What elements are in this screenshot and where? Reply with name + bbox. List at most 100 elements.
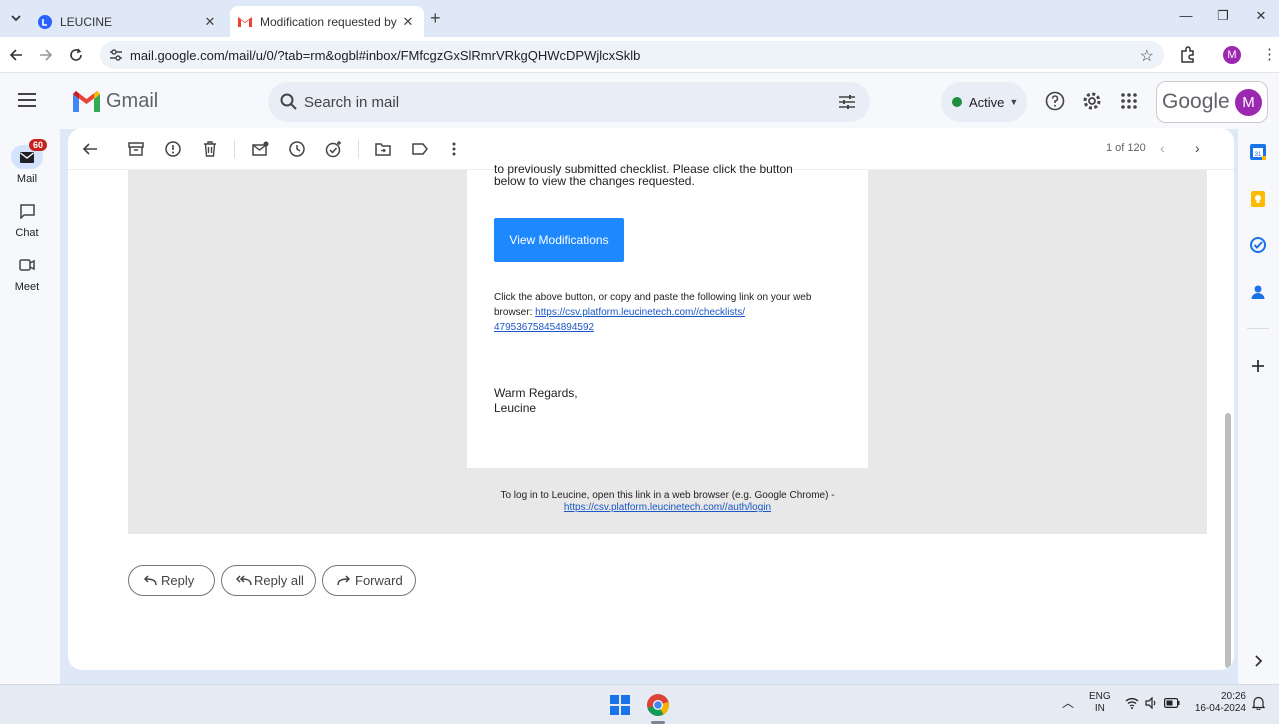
forward-arrow-icon — [337, 575, 351, 586]
tab-title: Modification requested by Revi — [260, 14, 400, 29]
account-avatar[interactable]: M — [1235, 89, 1262, 116]
gmail-m-icon — [73, 91, 100, 112]
chat-icon — [11, 199, 43, 223]
older-chevron-icon[interactable]: › — [1195, 140, 1200, 156]
help-icon[interactable] — [1045, 91, 1065, 111]
back-arrow-icon[interactable] — [6, 45, 26, 65]
search-input[interactable]: Search in mail — [268, 82, 870, 122]
calendar-icon[interactable]: 31 — [1250, 144, 1266, 160]
tab-close-icon[interactable]: ✕ — [400, 14, 416, 30]
trash-icon[interactable] — [201, 140, 219, 158]
gmail-header: Gmail Search in mail Active ▼ Google M — [0, 73, 1279, 129]
windows-start-icon[interactable] — [610, 695, 630, 715]
email-content-panel: to previously submitted checklist. Pleas… — [467, 162, 868, 468]
chevron-down-icon: ▼ — [1009, 97, 1019, 107]
toolbar-divider — [234, 140, 235, 158]
site-settings-icon[interactable] — [109, 48, 123, 62]
forward-button[interactable]: Forward — [322, 565, 416, 596]
clock[interactable]: 20:26 16-04-2024 — [1190, 691, 1246, 715]
email-signoff: Warm Regards, Leucine — [494, 386, 578, 416]
new-tab-icon[interactable]: + — [430, 8, 441, 29]
left-rail: 60 Mail Chat Meet — [0, 129, 60, 684]
apps-grid-icon[interactable] — [1119, 91, 1139, 111]
google-account-button[interactable]: Google M — [1156, 81, 1268, 123]
gear-icon[interactable] — [1082, 91, 1102, 111]
unread-badge: 60 — [29, 139, 48, 151]
email-copy-instructions: Click the above button, or copy and past… — [494, 292, 812, 333]
email-footer: To log in to Leucine, open this link in … — [128, 490, 1207, 514]
tab-search-chevron-icon[interactable] — [6, 8, 26, 28]
extensions-icon[interactable] — [1178, 45, 1198, 65]
notification-bell-icon[interactable] — [1252, 696, 1265, 710]
tab-leucine[interactable]: LEUCINE ✕ — [30, 6, 226, 37]
more-options-icon[interactable] — [445, 140, 463, 158]
address-bar[interactable]: mail.google.com/mail/u/0/?tab=rm&ogbl#in… — [100, 41, 1164, 69]
status-dot-icon — [952, 97, 962, 107]
battery-icon[interactable] — [1164, 698, 1180, 708]
video-camera-icon — [11, 253, 43, 277]
newer-chevron-icon[interactable]: ‹ — [1160, 140, 1165, 156]
pagination-count: 1 of 120 — [1106, 142, 1146, 154]
snooze-clock-icon[interactable] — [288, 140, 306, 158]
volume-icon[interactable] — [1145, 697, 1158, 709]
side-panel-divider — [1247, 328, 1269, 329]
minimize-icon[interactable]: — — [1176, 8, 1196, 23]
email-body-text: below to view the changes requested. — [494, 174, 695, 188]
reply-all-button[interactable]: Reply all — [221, 565, 316, 596]
search-placeholder: Search in mail — [304, 93, 400, 111]
svg-text:31: 31 — [1255, 152, 1262, 158]
reply-all-arrow-icon — [236, 575, 252, 586]
regards-text: Warm Regards, — [494, 386, 578, 400]
window-close-icon[interactable]: ✕ — [1251, 8, 1271, 24]
tab-close-icon[interactable]: ✕ — [202, 14, 218, 30]
status-label: Active — [969, 94, 1005, 110]
message-view: 1 of 120 ‹ › to previously submitted che… — [68, 128, 1234, 670]
status-dropdown[interactable]: Active ▼ — [941, 82, 1027, 122]
add-to-tasks-icon[interactable] — [325, 140, 343, 158]
login-link[interactable]: https://csv.platform.leucinetech.com//au… — [564, 502, 771, 513]
reply-arrow-icon — [143, 575, 157, 586]
main-menu-icon[interactable] — [18, 93, 36, 107]
move-to-folder-icon[interactable] — [374, 140, 392, 158]
search-options-icon[interactable] — [838, 93, 856, 111]
restore-icon[interactable]: ❐ — [1213, 8, 1233, 24]
tasks-icon[interactable] — [1250, 237, 1266, 253]
reply-button[interactable]: Reply — [128, 565, 215, 596]
search-icon[interactable] — [280, 93, 298, 111]
gmail-logo-text: Gmail — [106, 90, 159, 112]
language-indicator[interactable]: ENG IN — [1089, 691, 1111, 715]
add-addon-icon[interactable] — [1250, 358, 1266, 374]
browser-menu-icon[interactable]: ⋮ — [1262, 45, 1277, 63]
archive-icon[interactable] — [127, 140, 145, 158]
view-modifications-button[interactable]: View Modifications — [494, 218, 624, 262]
mark-unread-icon[interactable] — [251, 140, 269, 158]
chrome-taskbar-icon[interactable] — [646, 693, 670, 717]
report-spam-icon[interactable] — [164, 140, 182, 158]
reload-icon[interactable] — [66, 45, 86, 65]
side-panel: 31 — [1238, 129, 1279, 684]
message-scrollbar[interactable] — [1225, 413, 1231, 668]
tab-gmail-message[interactable]: Modification requested by Revi ✕ — [230, 6, 424, 37]
rail-label: Chat — [15, 227, 39, 239]
label-icon[interactable] — [411, 140, 429, 158]
back-to-inbox-icon[interactable] — [81, 140, 99, 158]
bookmark-star-icon[interactable]: ☆ — [1140, 46, 1154, 66]
contacts-icon[interactable] — [1250, 284, 1266, 300]
wifi-icon[interactable] — [1125, 697, 1139, 709]
forward-arrow-icon[interactable] — [36, 45, 56, 65]
tray-overflow-chevron-icon[interactable]: ︿ — [1062, 697, 1074, 709]
tab-title: LEUCINE — [60, 14, 113, 29]
keep-icon[interactable] — [1250, 191, 1266, 207]
rail-label: Mail — [16, 173, 38, 185]
rail-item-chat[interactable]: Chat — [0, 199, 54, 239]
toolbar-divider — [358, 140, 359, 158]
browser-profile-avatar[interactable]: M — [1223, 46, 1241, 64]
rail-item-mail[interactable]: 60 Mail — [0, 139, 54, 185]
expand-panel-chevron-icon[interactable] — [1250, 653, 1266, 669]
checklist-link[interactable]: https://csv.platform.leucinetech.com//ch… — [494, 307, 745, 333]
url-text: mail.google.com/mail/u/0/?tab=rm&ogbl#in… — [130, 47, 641, 63]
gmail-logo[interactable]: Gmail — [73, 90, 158, 113]
footer-text: To log in to Leucine, open this link in … — [500, 490, 835, 501]
rail-item-meet[interactable]: Meet — [0, 253, 54, 293]
signature-text: Leucine — [494, 401, 537, 415]
